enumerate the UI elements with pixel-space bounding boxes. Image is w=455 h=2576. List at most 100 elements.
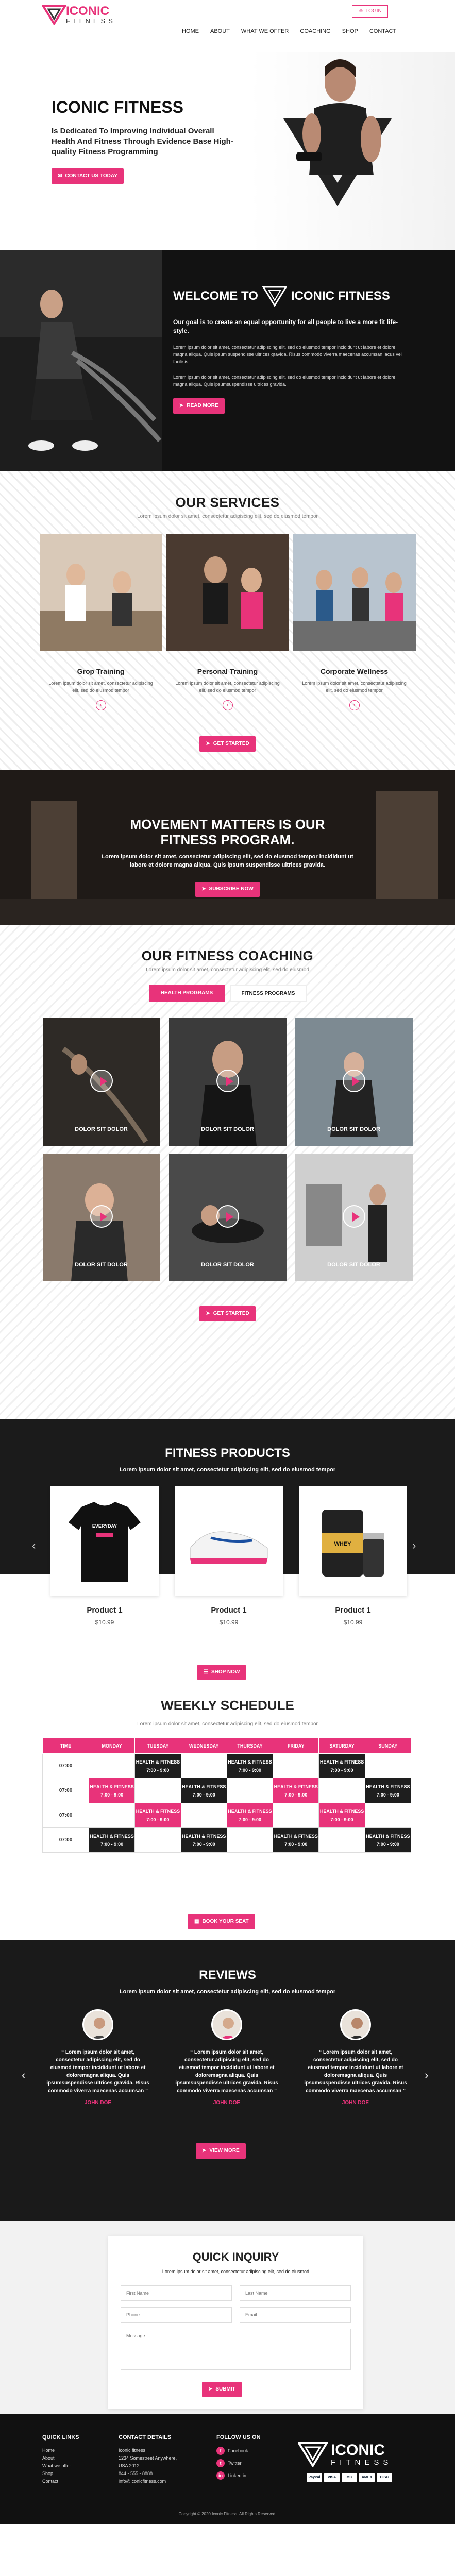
schedule-class-cell[interactable]: HEALTH & FITNESS 7:00 - 9:00 <box>88 1827 136 1853</box>
footer-link-offer[interactable]: What we offer <box>42 2462 79 2470</box>
nav-what-we-offer[interactable]: WHAT WE OFFER <box>235 28 294 35</box>
email-field[interactable] <box>240 2307 351 2323</box>
hero-title: ICONIC FITNESS <box>52 98 184 116</box>
welcome-paragraph-2: Lorem ipsum dolor sit amet, consectetur … <box>173 375 396 387</box>
footer-link-contact[interactable]: Contact <box>42 2478 79 2485</box>
product-card[interactable]: Product 1 $10.99 <box>175 1486 283 1626</box>
service-card[interactable]: Corporate Wellness Lorem ipsum dolor sit… <box>293 534 416 710</box>
product-name: Product 1 <box>335 1606 371 1615</box>
class-time: 7:00 - 9:00 <box>284 1841 308 1847</box>
schedule-body: 07:00 HEALTH & FITNESS 7:00 - 9:00 HEALTH &… <box>42 1753 412 1853</box>
chevron-right-icon[interactable]: › <box>412 1539 416 1552</box>
footer-heading: CONTACT DETAILS <box>119 2434 172 2441</box>
product-card[interactable]: WHEY Product 1 $10.99 <box>299 1486 407 1626</box>
schedule-class-cell[interactable]: HEALTH & FITNESS 7:00 - 9:00 <box>273 1827 319 1853</box>
submit-button[interactable]: ➤ SUBMIT <box>202 2382 242 2397</box>
get-started-button[interactable]: ➤ GET STARTED <box>199 736 256 752</box>
contact-phone[interactable]: 844 - 555 - 8888 <box>119 2470 177 2478</box>
class-time: 7:00 - 9:00 <box>330 1817 353 1822</box>
schedule-class-cell[interactable]: HEALTH & FITNESS 7:00 - 9:00 <box>134 1753 181 1778</box>
schedule-class-cell[interactable]: HEALTH & FITNESS 7:00 - 9:00 <box>273 1778 319 1803</box>
twitter-icon: t <box>216 2459 225 2467</box>
footer-link-shop[interactable]: Shop <box>42 2470 79 2478</box>
twitter-link[interactable]: t Twitter <box>216 2459 261 2467</box>
services-button-wrap: ➤ GET STARTED <box>0 736 455 752</box>
schedule-class-cell[interactable]: HEALTH & FITNESS 7:00 - 9:00 <box>180 1827 227 1853</box>
video-label: DOLOR SIT DOLOR <box>75 1126 128 1132</box>
play-icon[interactable] <box>342 1205 365 1228</box>
chevron-right-icon[interactable]: › <box>349 700 360 710</box>
facebook-link[interactable]: f Facebook <box>216 2447 261 2455</box>
play-icon[interactable] <box>216 1070 239 1092</box>
video-card[interactable]: DOLOR SIT DOLOR <box>42 1154 160 1281</box>
class-name: HEALTH & FITNESS <box>136 1759 180 1765</box>
play-icon[interactable] <box>216 1205 239 1228</box>
service-card[interactable]: Grop Training Lorem ipsum dolor sit amet… <box>39 534 162 710</box>
inquiry-subtitle: Lorem ipsum dolor sit amet, consectetur … <box>162 2269 310 2274</box>
mastercard-icon: MC <box>342 2473 357 2482</box>
nav-about[interactable]: ABOUT <box>205 28 235 35</box>
schedule-class-cell[interactable]: HEALTH & FITNESS 7:00 - 9:00 <box>134 1803 181 1828</box>
service-card[interactable]: Personal Training Lorem ipsum dolor sit … <box>166 534 289 710</box>
chevron-left-icon[interactable]: ‹ <box>32 1539 36 1552</box>
subscribe-now-button[interactable]: ➤ SUBSCRIBE NOW <box>195 882 260 897</box>
product-card[interactable]: EVERYDAY Product 1 $10.99 <box>50 1486 159 1626</box>
footer-logo[interactable]: ICONIC FITNESS <box>298 2442 392 2467</box>
last-name-field[interactable] <box>240 2285 351 2301</box>
first-name-field[interactable] <box>121 2285 232 2301</box>
contact-us-button[interactable]: ✉ CONTACT US TODAY <box>52 168 124 184</box>
schedule-class-cell[interactable]: HEALTH & FITNESS 7:00 - 9:00 <box>364 1778 412 1803</box>
video-card[interactable]: DOLOR SIT DOLOR <box>42 1018 160 1146</box>
schedule-class-cell[interactable]: HEALTH & FITNESS 7:00 - 9:00 <box>226 1803 274 1828</box>
nav-shop[interactable]: SHOP <box>336 28 364 35</box>
avatar <box>82 2009 113 2040</box>
hero-section: ICONIC FITNESS Is Dedicated To Improving… <box>0 52 455 250</box>
schedule-title: WEEKLY SCHEDULE <box>161 1698 294 1713</box>
class-time: 7:00 - 9:00 <box>376 1792 399 1798</box>
play-icon[interactable] <box>90 1070 113 1092</box>
video-card[interactable]: DOLOR SIT DOLOR <box>168 1154 287 1281</box>
hero-subtitle: Is Dedicated To Improving Individual Ove… <box>52 127 233 156</box>
book-your-seat-button[interactable]: ▦ BOOK YOUR SEAT <box>188 1914 255 1929</box>
submit-label: SUBMIT <box>215 2386 235 2392</box>
schedule-class-cell[interactable]: HEALTH & FITNESS 7:00 - 9:00 <box>226 1753 274 1778</box>
footer-link-about[interactable]: About <box>42 2454 79 2462</box>
contact-email[interactable]: info@iconicfitness.com <box>119 2478 177 2485</box>
nav-contact[interactable]: CONTACT <box>364 28 402 35</box>
schedule-class-cell[interactable]: HEALTH & FITNESS 7:00 - 9:00 <box>318 1753 365 1778</box>
shop-now-button[interactable]: ☷ SHOP NOW <box>197 1665 246 1680</box>
tab-health-programs[interactable]: HEALTH PROGRAMS <box>148 985 225 1002</box>
mail-icon: ✉ <box>58 173 62 179</box>
chevron-right-icon[interactable]: › <box>95 700 106 710</box>
review-card: “ Lorem ipsum dolor sit amet, consectetu… <box>46 2009 149 2106</box>
schedule-class-cell[interactable]: HEALTH & FITNESS 7:00 - 9:00 <box>364 1827 412 1853</box>
nav-coaching[interactable]: COACHING <box>294 28 336 35</box>
cart-icon: ☷ <box>204 1669 208 1675</box>
get-started-button[interactable]: ➤ GET STARTED <box>199 1306 256 1321</box>
video-card[interactable]: DOLOR SIT DOLOR <box>295 1154 413 1281</box>
review-list: “ Lorem ipsum dolor sit amet, consectetu… <box>46 2009 407 2106</box>
schedule-class-cell[interactable]: HEALTH & FITNESS 7:00 - 9:00 <box>88 1778 136 1803</box>
footer-link-home[interactable]: Home <box>42 2447 79 2454</box>
chevron-right-icon[interactable]: › <box>425 2069 428 2082</box>
message-field[interactable] <box>121 2329 351 2370</box>
product-image-box: WHEY <box>299 1486 407 1596</box>
phone-field[interactable] <box>121 2307 232 2323</box>
tab-fitness-programs[interactable]: FITNESS PROGRAMS <box>230 985 307 1002</box>
chevron-left-icon[interactable]: ‹ <box>22 2069 25 2082</box>
play-icon[interactable] <box>342 1070 365 1092</box>
movement-text: MOVEMENT MATTERS IS OUR FITNESS PROGRAM.… <box>0 817 455 897</box>
login-button[interactable]: ☺ LOGIN <box>352 5 388 18</box>
video-card[interactable]: DOLOR SIT DOLOR <box>168 1018 287 1146</box>
schedule-class-cell[interactable]: HEALTH & FITNESS 7:00 - 9:00 <box>318 1803 365 1828</box>
linkedin-link[interactable]: in Linked in <box>216 2471 261 2480</box>
chevron-right-icon[interactable]: › <box>222 700 233 710</box>
read-more-button[interactable]: ➤ READ MORE <box>173 398 225 414</box>
nav-home[interactable]: HOME <box>176 28 205 35</box>
view-more-button[interactable]: ➤ VIEW MORE <box>196 2143 246 2159</box>
logo[interactable]: ICONIC FITNESS <box>42 5 116 25</box>
schedule-class-cell[interactable]: HEALTH & FITNESS 7:00 - 9:00 <box>180 1778 227 1803</box>
video-card[interactable]: DOLOR SIT DOLOR <box>295 1018 413 1146</box>
schedule-header-row: TIME MONDAY TUESDAY WEDNESDAY THURSDAY F… <box>42 1738 412 1754</box>
play-icon[interactable] <box>90 1205 113 1228</box>
